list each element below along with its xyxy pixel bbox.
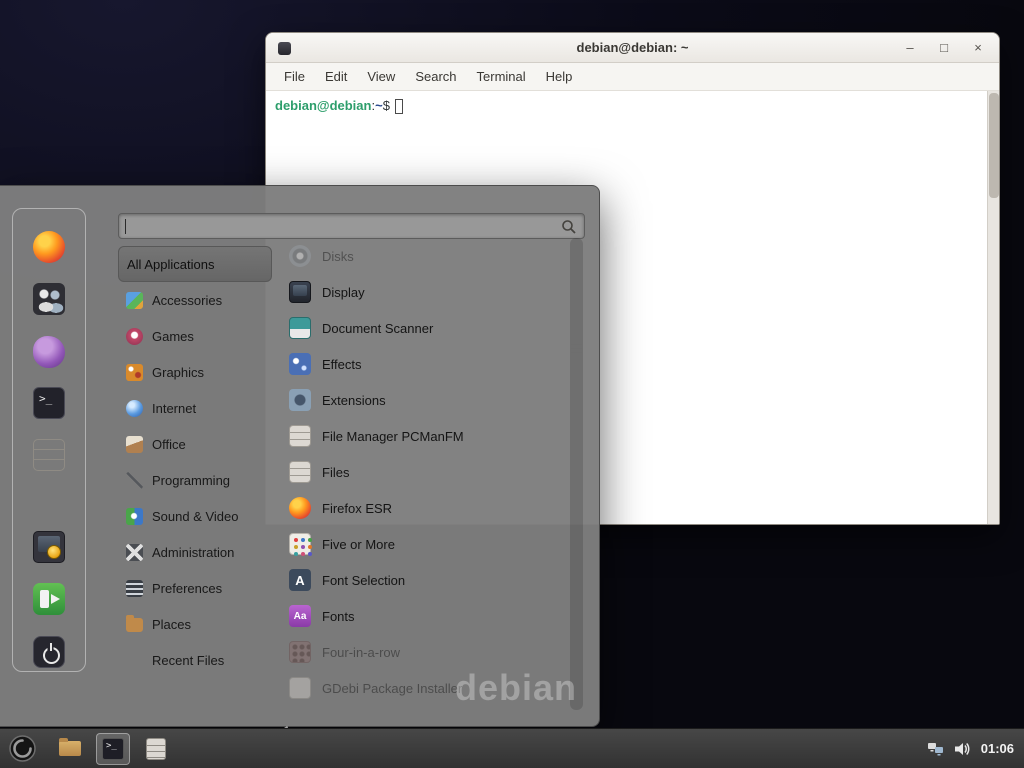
menu-view[interactable]: View	[357, 65, 405, 88]
category-all-applications[interactable]: All Applications	[118, 246, 272, 282]
accessories-icon	[126, 292, 143, 309]
fonts-icon: Aa	[289, 605, 311, 627]
terminal-menubar: File Edit View Search Terminal Help	[266, 63, 999, 91]
app-display[interactable]: Display	[285, 274, 571, 310]
menu-logo-icon	[9, 735, 36, 762]
purple-app-icon[interactable]	[33, 336, 65, 368]
menu-search[interactable]: Search	[405, 65, 466, 88]
app-files[interactable]: Files	[285, 454, 571, 490]
text-caret	[125, 219, 126, 234]
app-five-or-more[interactable]: Five or More	[285, 526, 571, 562]
app-list-scrollbar[interactable]	[570, 238, 583, 710]
terminal-scrollbar[interactable]	[987, 91, 999, 524]
menu-help[interactable]: Help	[536, 65, 583, 88]
search-input[interactable]	[127, 216, 557, 236]
app-font-selection[interactable]: AFont Selection	[285, 562, 571, 598]
users-app-icon[interactable]	[33, 283, 65, 315]
category-internet[interactable]: Internet	[118, 390, 272, 426]
application-list: Disks Display Document Scanner Effects E…	[285, 238, 571, 706]
terminal-cursor	[395, 99, 403, 114]
logout-icon[interactable]	[33, 583, 65, 615]
files-icon	[289, 461, 311, 483]
maximize-button[interactable]: □	[935, 33, 953, 63]
category-places[interactable]: Places	[118, 606, 272, 642]
application-menu: >_ All Applications Accessories Games Gr…	[0, 185, 600, 727]
category-games[interactable]: Games	[118, 318, 272, 354]
app-four-in-a-row[interactable]: Four-in-a-row	[285, 634, 571, 670]
preferences-icon	[126, 580, 143, 597]
document-scanner-icon	[289, 317, 311, 339]
app-list-scrollbar-thumb[interactable]	[571, 318, 582, 380]
prompt-user-host: debian@debian	[275, 98, 371, 113]
extensions-icon	[289, 389, 311, 411]
desktop: debian@debian: ~ – □ × File Edit View Se…	[0, 0, 1024, 768]
app-document-scanner[interactable]: Document Scanner	[285, 310, 571, 346]
volume-icon[interactable]	[954, 741, 971, 757]
close-button[interactable]: ×	[969, 33, 987, 63]
firefox-icon[interactable]	[33, 231, 65, 263]
prompt-path: ~	[375, 98, 383, 113]
programming-icon	[126, 472, 143, 489]
taskbar-terminal-button[interactable]: >_	[96, 733, 130, 765]
lock-screen-icon[interactable]	[33, 531, 65, 563]
search-icon	[561, 219, 577, 235]
folder-icon	[59, 741, 81, 756]
category-graphics[interactable]: Graphics	[118, 354, 272, 390]
app-firefox-esr[interactable]: Firefox ESR	[285, 490, 571, 526]
app-extensions[interactable]: Extensions	[285, 382, 571, 418]
menu-edit[interactable]: Edit	[315, 65, 357, 88]
gdebi-icon	[289, 677, 311, 699]
debian-watermark: debian	[455, 667, 577, 709]
app-file-manager-pcmanfm[interactable]: File Manager PCManFM	[285, 418, 571, 454]
terminal-launcher-icon[interactable]: >_	[33, 387, 65, 419]
minimize-button[interactable]: –	[901, 33, 919, 63]
disks-icon	[289, 245, 311, 267]
games-icon	[126, 328, 143, 345]
four-in-a-row-icon	[289, 641, 311, 663]
taskbar-file-manager-button[interactable]	[53, 733, 87, 765]
effects-icon	[289, 353, 311, 375]
internet-icon	[126, 400, 143, 417]
category-sound-video[interactable]: Sound & Video	[118, 498, 272, 534]
firefox-esr-icon	[289, 497, 311, 519]
category-administration[interactable]: Administration	[118, 534, 272, 570]
display-icon	[289, 281, 311, 303]
five-or-more-icon	[289, 533, 311, 555]
category-office[interactable]: Office	[118, 426, 272, 462]
clock[interactable]: 01:06	[981, 741, 1014, 756]
menu-file[interactable]: File	[274, 65, 315, 88]
font-selection-icon: A	[289, 569, 311, 591]
app-disks[interactable]: Disks	[285, 238, 571, 274]
menu-terminal[interactable]: Terminal	[467, 65, 536, 88]
terminal-scrollbar-thumb[interactable]	[989, 93, 999, 198]
category-programming[interactable]: Programming	[118, 462, 272, 498]
terminal-title: debian@debian: ~	[577, 40, 689, 55]
category-recent-files[interactable]: Recent Files	[118, 642, 272, 678]
category-list: All Applications Accessories Games Graph…	[118, 246, 272, 678]
places-icon	[126, 618, 143, 632]
category-accessories[interactable]: Accessories	[118, 282, 272, 318]
sound-video-icon	[126, 508, 143, 525]
terminal-titlebar[interactable]: debian@debian: ~ – □ ×	[266, 33, 999, 63]
office-icon	[126, 436, 143, 453]
administration-icon	[126, 544, 143, 561]
pcmanfm-icon	[289, 425, 311, 447]
graphics-icon	[126, 364, 143, 381]
terminal-app-icon	[278, 42, 291, 55]
network-icon[interactable]	[927, 741, 944, 756]
prompt-symbol: $	[383, 98, 390, 113]
shutdown-icon[interactable]	[33, 636, 65, 668]
favorites-panel: >_	[12, 208, 86, 672]
taskbar: >_ 01:06	[0, 728, 1024, 768]
system-tray: 01:06	[927, 741, 1024, 757]
search-box	[118, 213, 585, 239]
menu-button[interactable]	[0, 729, 44, 768]
category-preferences[interactable]: Preferences	[118, 570, 272, 606]
app-effects[interactable]: Effects	[285, 346, 571, 382]
file-manager-icon[interactable]	[33, 439, 65, 471]
terminal-taskbar-icon: >_	[102, 738, 124, 760]
app-fonts[interactable]: AaFonts	[285, 598, 571, 634]
files-taskbar-icon	[146, 738, 166, 760]
taskbar-files-button[interactable]	[139, 733, 173, 765]
